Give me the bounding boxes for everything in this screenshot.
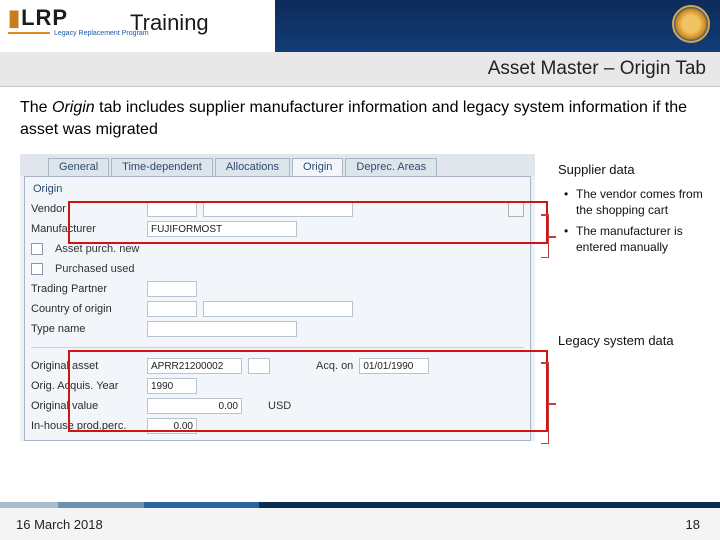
- footer-date: 16 March 2018: [16, 517, 103, 532]
- tab-allocations[interactable]: Allocations: [215, 158, 290, 176]
- logo: ▮LRP Legacy Replacement Program: [8, 5, 149, 37]
- sap-tabstrip: General Time-dependent Allocations Origi…: [20, 154, 535, 176]
- sap-screenshot: General Time-dependent Allocations Origi…: [20, 154, 535, 441]
- manufacturer-label: Manufacturer: [31, 223, 141, 235]
- asset-purch-checkbox[interactable]: [31, 243, 43, 255]
- purchased-used-checkbox[interactable]: [31, 263, 43, 275]
- type-field[interactable]: [147, 321, 297, 337]
- sap-panel: Origin Vendor Manufacturer FUJIFORMOST A…: [24, 176, 531, 441]
- intro-em: Origin: [52, 99, 95, 116]
- vendor-name-field[interactable]: [203, 201, 353, 217]
- acq-on-field[interactable]: 01/01/1990: [359, 358, 429, 374]
- logo-subtitle: Legacy Replacement Program: [8, 30, 149, 37]
- slide-header: ▮LRP Legacy Replacement Program Training: [0, 0, 720, 52]
- orig-value-label: Original value: [31, 400, 141, 412]
- orig-year-label: Orig. Acquis. Year: [31, 380, 141, 392]
- group-title: Origin: [31, 181, 524, 199]
- page-subtitle: Asset Master – Origin Tab: [0, 52, 720, 87]
- inhouse-field[interactable]: 0.00: [147, 418, 197, 434]
- logo-text: ▮LRP: [8, 5, 149, 31]
- bracket-legacy: [541, 362, 549, 444]
- vendor-label: Vendor: [31, 203, 141, 215]
- acq-on-label: Acq. on: [316, 360, 353, 372]
- country-desc-field[interactable]: [203, 301, 353, 317]
- bullet-manufacturer: The manufacturer is entered manually: [564, 224, 708, 255]
- orig-asset-label: Original asset: [31, 360, 141, 372]
- tab-general[interactable]: General: [48, 158, 109, 176]
- lookup-icon[interactable]: [508, 201, 524, 217]
- trading-partner-field[interactable]: [147, 281, 197, 297]
- country-label: Country of origin: [31, 303, 141, 315]
- orig-value-field[interactable]: 0.00: [147, 398, 242, 414]
- country-field[interactable]: [147, 301, 197, 317]
- annotations: Supplier data The vendor comes from the …: [558, 162, 708, 348]
- legacy-heading: Legacy system data: [558, 333, 708, 348]
- intro-prefix: The: [20, 99, 52, 116]
- orig-year-field[interactable]: 1990: [147, 378, 197, 394]
- purchased-used-label: Purchased used: [55, 263, 135, 275]
- type-label: Type name: [31, 323, 141, 335]
- logo-main: LRP: [21, 5, 68, 30]
- asset-purch-label: Asset purch. new: [55, 243, 139, 255]
- trading-partner-label: Trading Partner: [31, 283, 141, 295]
- bullet-vendor: The vendor comes from the shopping cart: [564, 187, 708, 218]
- tab-origin[interactable]: Origin: [292, 158, 343, 176]
- bracket-supplier: [541, 214, 549, 258]
- supplier-heading: Supplier data: [558, 162, 708, 177]
- orig-asset-field[interactable]: APRR21200002: [147, 358, 242, 374]
- orig-value-currency: USD: [268, 400, 291, 412]
- header-title: Training: [130, 10, 209, 36]
- inhouse-label: In-house prod.perc.: [31, 420, 141, 432]
- intro-rest: tab includes supplier manufacturer infor…: [20, 99, 687, 138]
- vendor-code-field[interactable]: [147, 201, 197, 217]
- tab-deprec-areas[interactable]: Deprec. Areas: [345, 158, 437, 176]
- manufacturer-field[interactable]: FUJIFORMOST: [147, 221, 297, 237]
- orig-asset-sub-field[interactable]: [248, 358, 270, 374]
- footer-page: 18: [686, 517, 700, 532]
- seal-icon: [672, 5, 710, 43]
- footer: 16 March 2018 18: [0, 508, 720, 540]
- tab-time-dependent[interactable]: Time-dependent: [111, 158, 213, 176]
- intro-text: The Origin tab includes supplier manufac…: [0, 87, 720, 148]
